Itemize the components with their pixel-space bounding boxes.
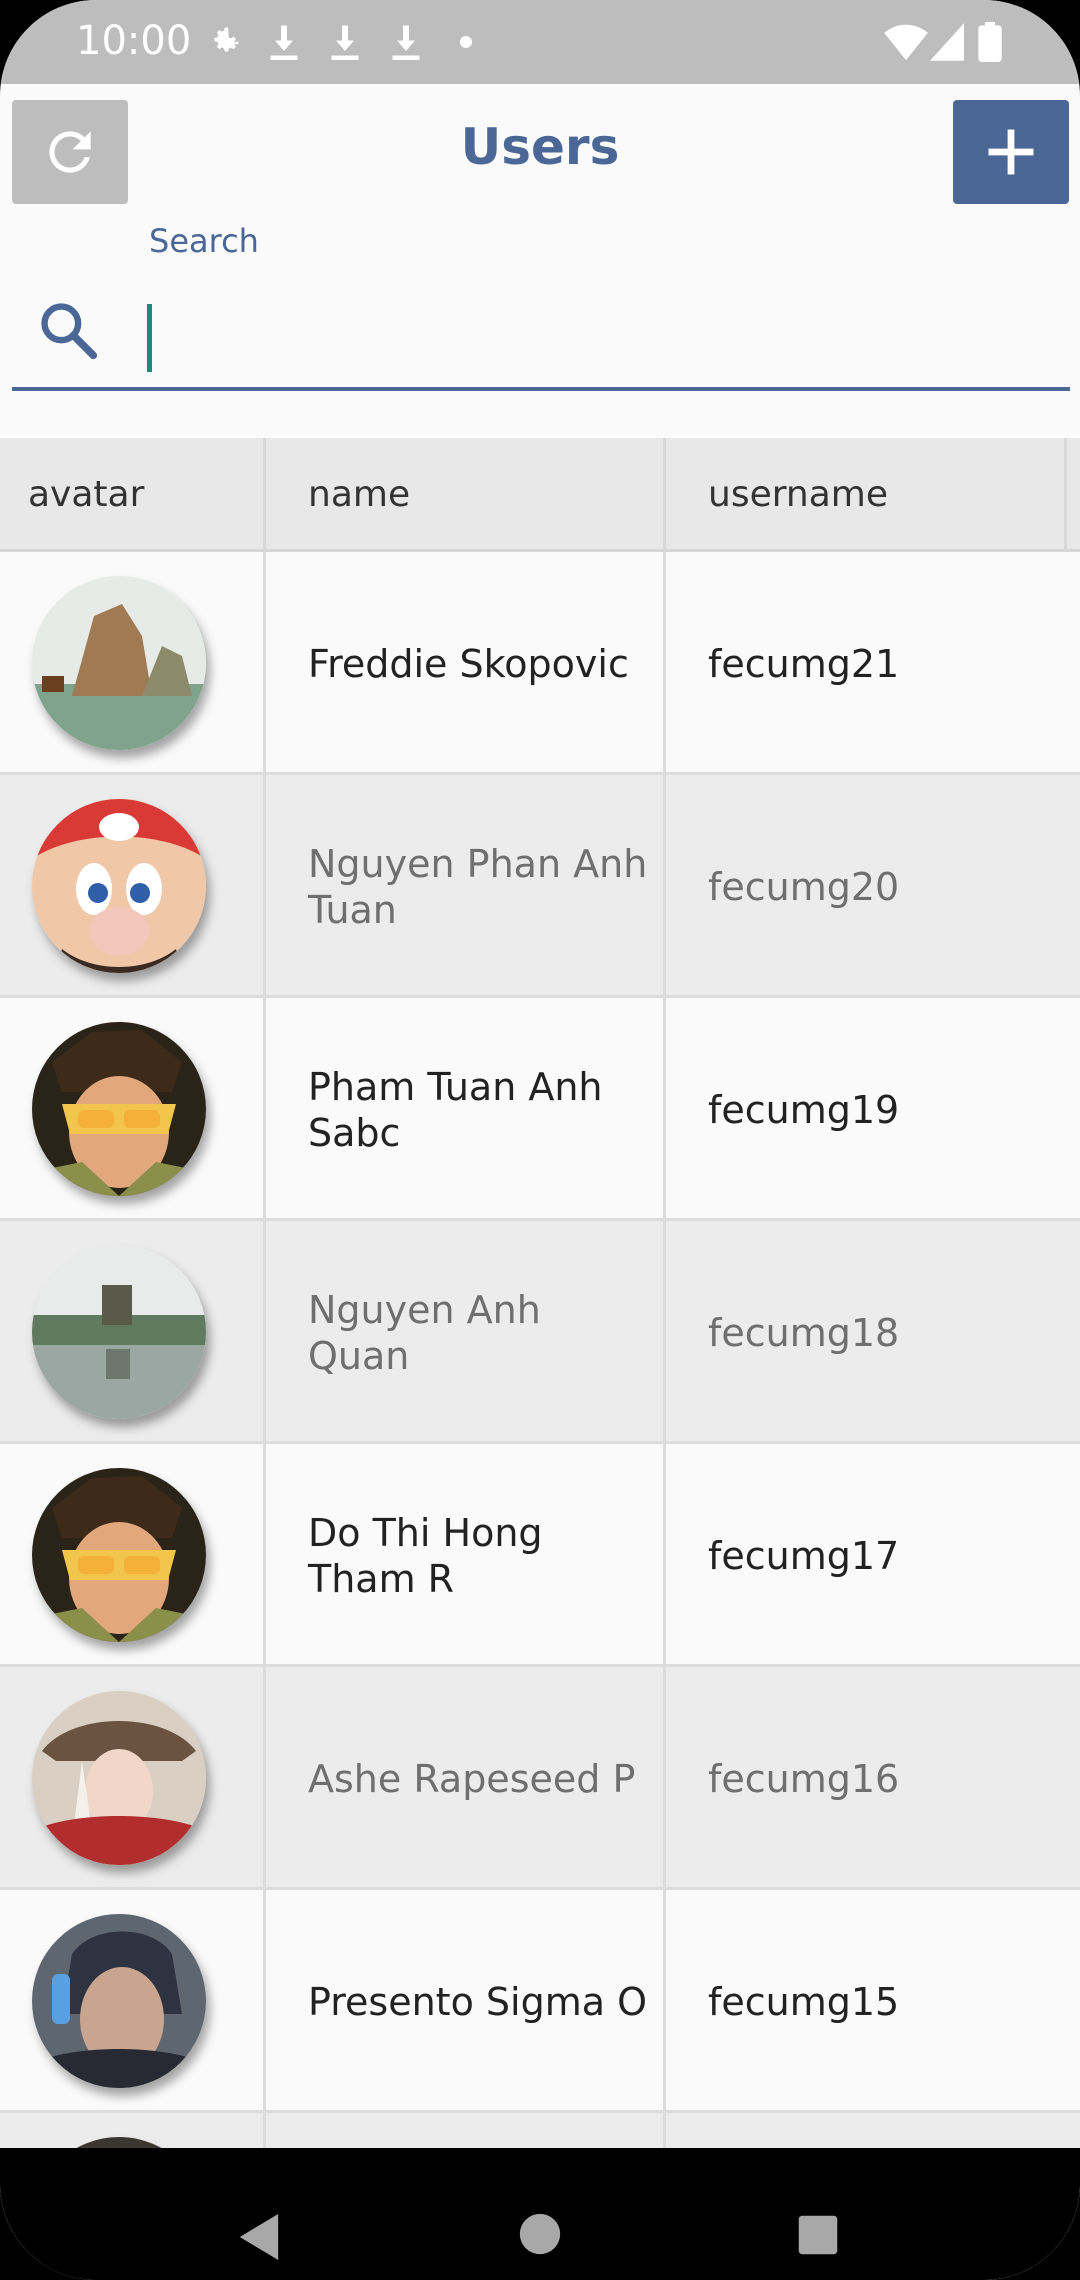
- table-header: avatar name username: [0, 438, 1080, 552]
- cell-divider: [263, 775, 266, 998]
- table-row[interactable]: Do Thi Hong Tham R fecumg17: [0, 1444, 1080, 1667]
- cell-divider: [263, 1221, 266, 1444]
- avatar: [32, 1022, 206, 1196]
- download-icon: [331, 25, 359, 60]
- cell-divider: [263, 998, 266, 1221]
- search-input[interactable]: [140, 300, 1060, 370]
- column-divider: [263, 438, 266, 552]
- user-username: fecumg16: [708, 1756, 900, 1801]
- screen: 10:00 Users Search avatar name username …: [0, 0, 1080, 2280]
- table-row[interactable]: Freddie Skopovic fecumg21: [0, 552, 1080, 775]
- gear-icon: [214, 27, 239, 52]
- user-username: fecumg19: [708, 1087, 900, 1132]
- user-name: Nguyen Phan Anh Tuan: [308, 841, 648, 932]
- column-divider: [1064, 438, 1067, 552]
- user-name: Do Thi Hong Tham R: [308, 1510, 543, 1601]
- cell-divider: [663, 1444, 666, 1667]
- cell-divider: [663, 1667, 666, 1890]
- avatar: [32, 1468, 206, 1642]
- recents-icon[interactable]: [797, 2214, 839, 2256]
- status-bar: 10:00: [0, 0, 1080, 84]
- table-row[interactable]: Pham Tuan Anh Sabc fecumg19: [0, 998, 1080, 1221]
- status-time: 10:00: [76, 18, 192, 64]
- navigation-bar: [0, 2148, 1080, 2280]
- user-username: fecumg17: [708, 1533, 900, 1578]
- user-username: fecumg18: [708, 1310, 900, 1355]
- download-icon: [270, 25, 298, 60]
- cell-divider: [263, 552, 266, 775]
- user-username: fecumg20: [708, 864, 900, 909]
- search-label: Search: [149, 222, 259, 260]
- user-name: Ashe Rapeseed P: [308, 1756, 636, 1801]
- signal-icon: [930, 23, 964, 61]
- user-name: Freddie Skopovic: [308, 641, 629, 686]
- cell-divider: [663, 775, 666, 998]
- home-icon[interactable]: [518, 2212, 562, 2256]
- table-row[interactable]: Nguyen Anh Quan fecumg18: [0, 1221, 1080, 1444]
- add-user-button[interactable]: [953, 100, 1069, 204]
- users-table: avatar name username Freddie Skopovic fe…: [0, 438, 1080, 2280]
- battery-icon: [978, 22, 1002, 62]
- table-body: Freddie Skopovic fecumg21 Nguyen Phan An…: [0, 552, 1080, 2280]
- user-name: Pham Tuan Anh Sabc: [308, 1064, 603, 1155]
- page-title: Users: [460, 118, 620, 176]
- table-row[interactable]: Ashe Rapeseed P fecumg16: [0, 1667, 1080, 1890]
- column-header-name[interactable]: name: [308, 438, 410, 552]
- column-header-avatar[interactable]: avatar: [28, 438, 144, 552]
- search-underline: [12, 387, 1070, 391]
- column-divider: [663, 438, 666, 552]
- cell-divider: [663, 998, 666, 1221]
- search-icon: [41, 303, 98, 360]
- download-icon: [392, 25, 420, 60]
- cell-divider: [663, 552, 666, 775]
- dot-icon: [460, 36, 472, 48]
- avatar: [32, 1914, 206, 2088]
- table-row[interactable]: Presento Sigma O fecumg15: [0, 1890, 1080, 2113]
- column-header-username[interactable]: username: [708, 438, 888, 552]
- user-name: Nguyen Anh Quan: [308, 1287, 541, 1378]
- avatar: [32, 576, 206, 750]
- cell-divider: [263, 1890, 266, 2113]
- user-username: fecumg15: [708, 1979, 900, 2024]
- text-cursor: [147, 304, 152, 372]
- cell-divider: [263, 1444, 266, 1667]
- table-row[interactable]: Nguyen Phan Anh Tuan fecumg20: [0, 775, 1080, 998]
- back-icon[interactable]: [236, 2212, 282, 2262]
- wifi-icon: [884, 24, 928, 61]
- user-name: Presento Sigma O: [308, 1979, 647, 2024]
- avatar: [32, 799, 206, 973]
- cell-divider: [663, 1221, 666, 1444]
- user-username: fecumg21: [708, 641, 900, 686]
- plus-icon: [988, 129, 1034, 175]
- cell-divider: [263, 1667, 266, 1890]
- cell-divider: [663, 1890, 666, 2113]
- avatar: [32, 1245, 206, 1419]
- avatar: [32, 1691, 206, 1865]
